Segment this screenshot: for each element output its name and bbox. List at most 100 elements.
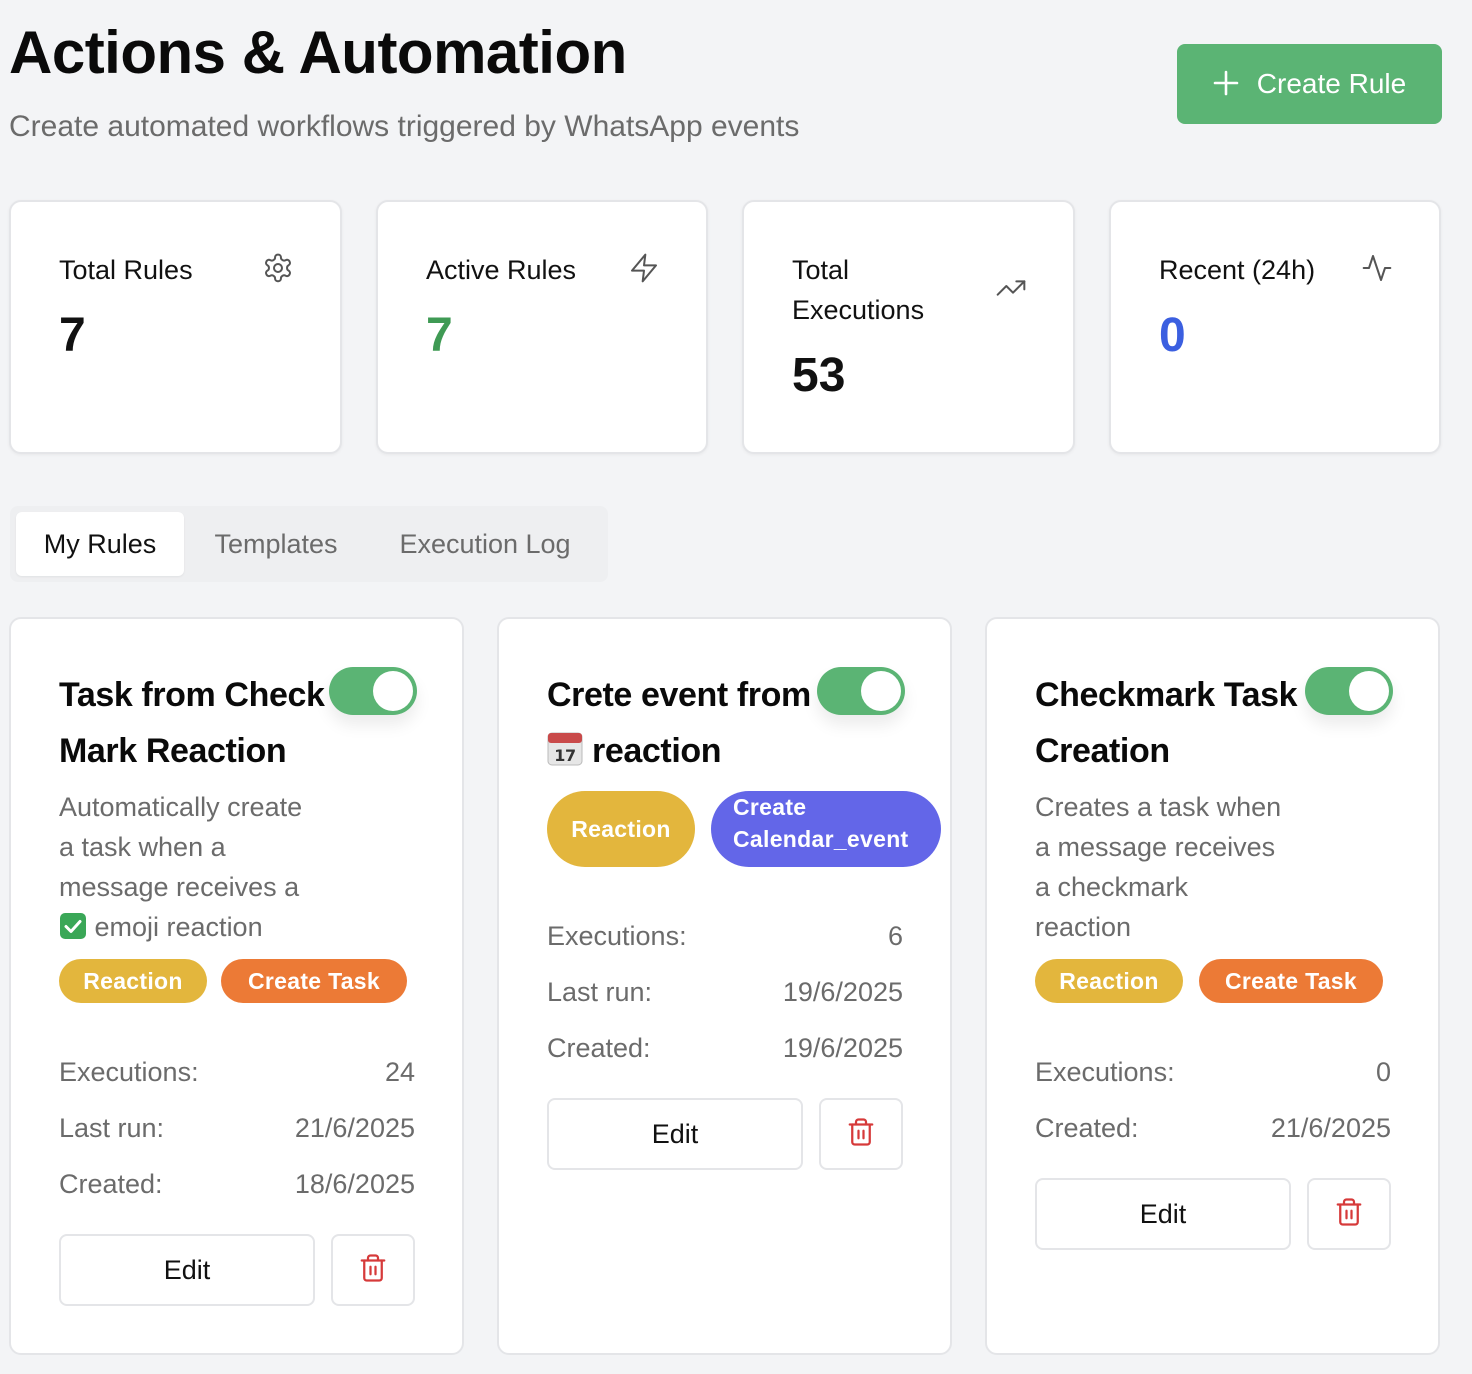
last-run-row: Last run: 21/6/2025 xyxy=(59,1108,415,1148)
edit-button[interactable]: Edit xyxy=(1035,1178,1291,1250)
page-subtitle: Create automated workflows triggered by … xyxy=(9,110,800,143)
action-badge-line: Create xyxy=(733,794,807,820)
stat-value: 53 xyxy=(792,349,846,402)
toggle-knob xyxy=(861,671,901,711)
edit-button[interactable]: Edit xyxy=(547,1098,803,1170)
created-label: Created: xyxy=(547,1032,651,1063)
rule-description: Automatically create a task when a messa… xyxy=(59,787,349,951)
rule-card: Crete event from 17 reaction Reaction Cr… xyxy=(497,617,952,1355)
rule-card: Checkmark Task Creation Creates a task w… xyxy=(985,617,1440,1355)
edit-button[interactable]: Edit xyxy=(59,1234,315,1306)
stat-value: 0 xyxy=(1159,309,1186,362)
rule-title-line: reaction xyxy=(592,732,722,770)
check-mark-emoji-icon xyxy=(59,911,87,951)
rule-title-line-with-emoji: 17 reaction xyxy=(547,723,847,783)
executions-value: 24 xyxy=(384,1056,415,1087)
stat-card-total-rules: Total Rules 7 xyxy=(9,200,342,454)
action-badge-line: Calendar_event xyxy=(733,826,909,852)
description-line: message receives a xyxy=(59,872,300,902)
description-line: a task when a xyxy=(59,832,226,862)
rule-title: Checkmark Task Creation xyxy=(1035,667,1335,779)
description-line: a message receives xyxy=(1035,832,1276,862)
rule-title-line: Task from Check xyxy=(59,676,325,714)
rule-enabled-toggle[interactable] xyxy=(1305,667,1393,715)
executions-value: 6 xyxy=(887,920,903,951)
trigger-badge: Reaction xyxy=(1035,959,1183,1003)
lightning-icon xyxy=(628,252,660,284)
trash-icon xyxy=(1334,1197,1364,1232)
tab-bar: My Rules Templates Execution Log xyxy=(10,506,608,582)
toggle-knob xyxy=(1349,671,1389,711)
executions-label: Executions: xyxy=(1035,1056,1175,1087)
delete-button[interactable] xyxy=(1307,1178,1391,1250)
trigger-badge: Reaction xyxy=(547,791,695,867)
stat-card-active-rules: Active Rules 7 xyxy=(376,200,708,454)
tab-execution-log[interactable]: Execution Log xyxy=(370,512,600,576)
created-value: 19/6/2025 xyxy=(782,1032,903,1063)
stat-label: Total Rules xyxy=(59,255,193,285)
stat-value: 7 xyxy=(426,309,453,362)
rule-title-line: Creation xyxy=(1035,732,1170,770)
stat-label: Total Executions xyxy=(792,255,925,325)
executions-row: Executions: 0 xyxy=(1035,1052,1391,1092)
tab-my-rules[interactable]: My Rules xyxy=(16,512,184,576)
activity-icon xyxy=(1361,252,1393,284)
last-run-label: Last run: xyxy=(59,1112,165,1143)
created-row: Created: 21/6/2025 xyxy=(1035,1108,1391,1148)
action-badge: Create Task xyxy=(1199,959,1383,1003)
description-line: reaction xyxy=(1035,912,1132,942)
stat-card-total-executions: Total Executions 53 xyxy=(742,200,1075,454)
action-badge: Create Task xyxy=(221,959,407,1003)
gear-icon xyxy=(262,252,294,284)
delete-button[interactable] xyxy=(331,1234,415,1306)
stat-card-recent: Recent (24h) 0 xyxy=(1109,200,1441,454)
calendar-emoji-icon: 17 xyxy=(547,727,583,783)
created-label: Created: xyxy=(59,1168,163,1199)
created-label: Created: xyxy=(1035,1112,1139,1143)
automation-page: Actions & Automation Create automated wo… xyxy=(0,0,1472,1374)
rule-title-line: Mark Reaction xyxy=(59,732,287,770)
rule-enabled-toggle[interactable] xyxy=(817,667,905,715)
description-line-with-emoji: emoji reaction xyxy=(59,907,349,951)
created-value: 21/6/2025 xyxy=(1270,1112,1391,1143)
description-line: emoji reaction xyxy=(94,912,263,942)
executions-label: Executions: xyxy=(59,1056,199,1087)
plus-icon xyxy=(1213,66,1239,102)
stat-label: Active Rules xyxy=(426,255,577,285)
rule-title-line: Crete event from xyxy=(547,676,811,714)
rule-enabled-toggle[interactable] xyxy=(329,667,417,715)
created-value: 18/6/2025 xyxy=(294,1168,415,1199)
description-line: Automatically create xyxy=(59,792,303,822)
created-row: Created: 18/6/2025 xyxy=(59,1164,415,1204)
description-line: a checkmark xyxy=(1035,872,1189,902)
trash-icon xyxy=(846,1117,876,1152)
description-line: Creates a task when xyxy=(1035,792,1282,822)
toggle-knob xyxy=(373,671,413,711)
stat-label: Recent (24h) xyxy=(1159,255,1316,285)
trash-icon xyxy=(358,1253,388,1288)
rule-title-line: Checkmark Task xyxy=(1035,676,1298,714)
delete-button[interactable] xyxy=(819,1098,903,1170)
tab-templates[interactable]: Templates xyxy=(190,512,362,576)
rule-title: Task from Check Mark Reaction xyxy=(59,667,359,779)
svg-text:17: 17 xyxy=(554,746,575,765)
create-rule-button[interactable]: Create Rule xyxy=(1177,44,1442,124)
page-title: Actions & Automation xyxy=(9,19,627,86)
stat-value: 7 xyxy=(59,309,86,362)
page-header: Actions & Automation Create automated wo… xyxy=(0,0,1472,180)
last-run-value: 19/6/2025 xyxy=(782,976,903,1007)
executions-row: Executions: 6 xyxy=(547,916,903,956)
trending-up-icon xyxy=(995,272,1027,304)
trigger-badge: Reaction xyxy=(59,959,207,1003)
rule-title: Crete event from 17 reaction xyxy=(547,667,847,783)
executions-value: 0 xyxy=(1375,1056,1391,1087)
create-rule-label: Create Rule xyxy=(1256,68,1407,99)
last-run-row: Last run: 19/6/2025 xyxy=(547,972,903,1012)
action-badge: Create Calendar_event xyxy=(711,791,941,867)
last-run-label: Last run: xyxy=(547,976,653,1007)
last-run-value: 21/6/2025 xyxy=(294,1112,415,1143)
rule-card: Task from Check Mark Reaction Automatica… xyxy=(9,617,464,1355)
created-row: Created: 19/6/2025 xyxy=(547,1028,903,1068)
executions-label: Executions: xyxy=(547,920,687,951)
executions-row: Executions: 24 xyxy=(59,1052,415,1092)
